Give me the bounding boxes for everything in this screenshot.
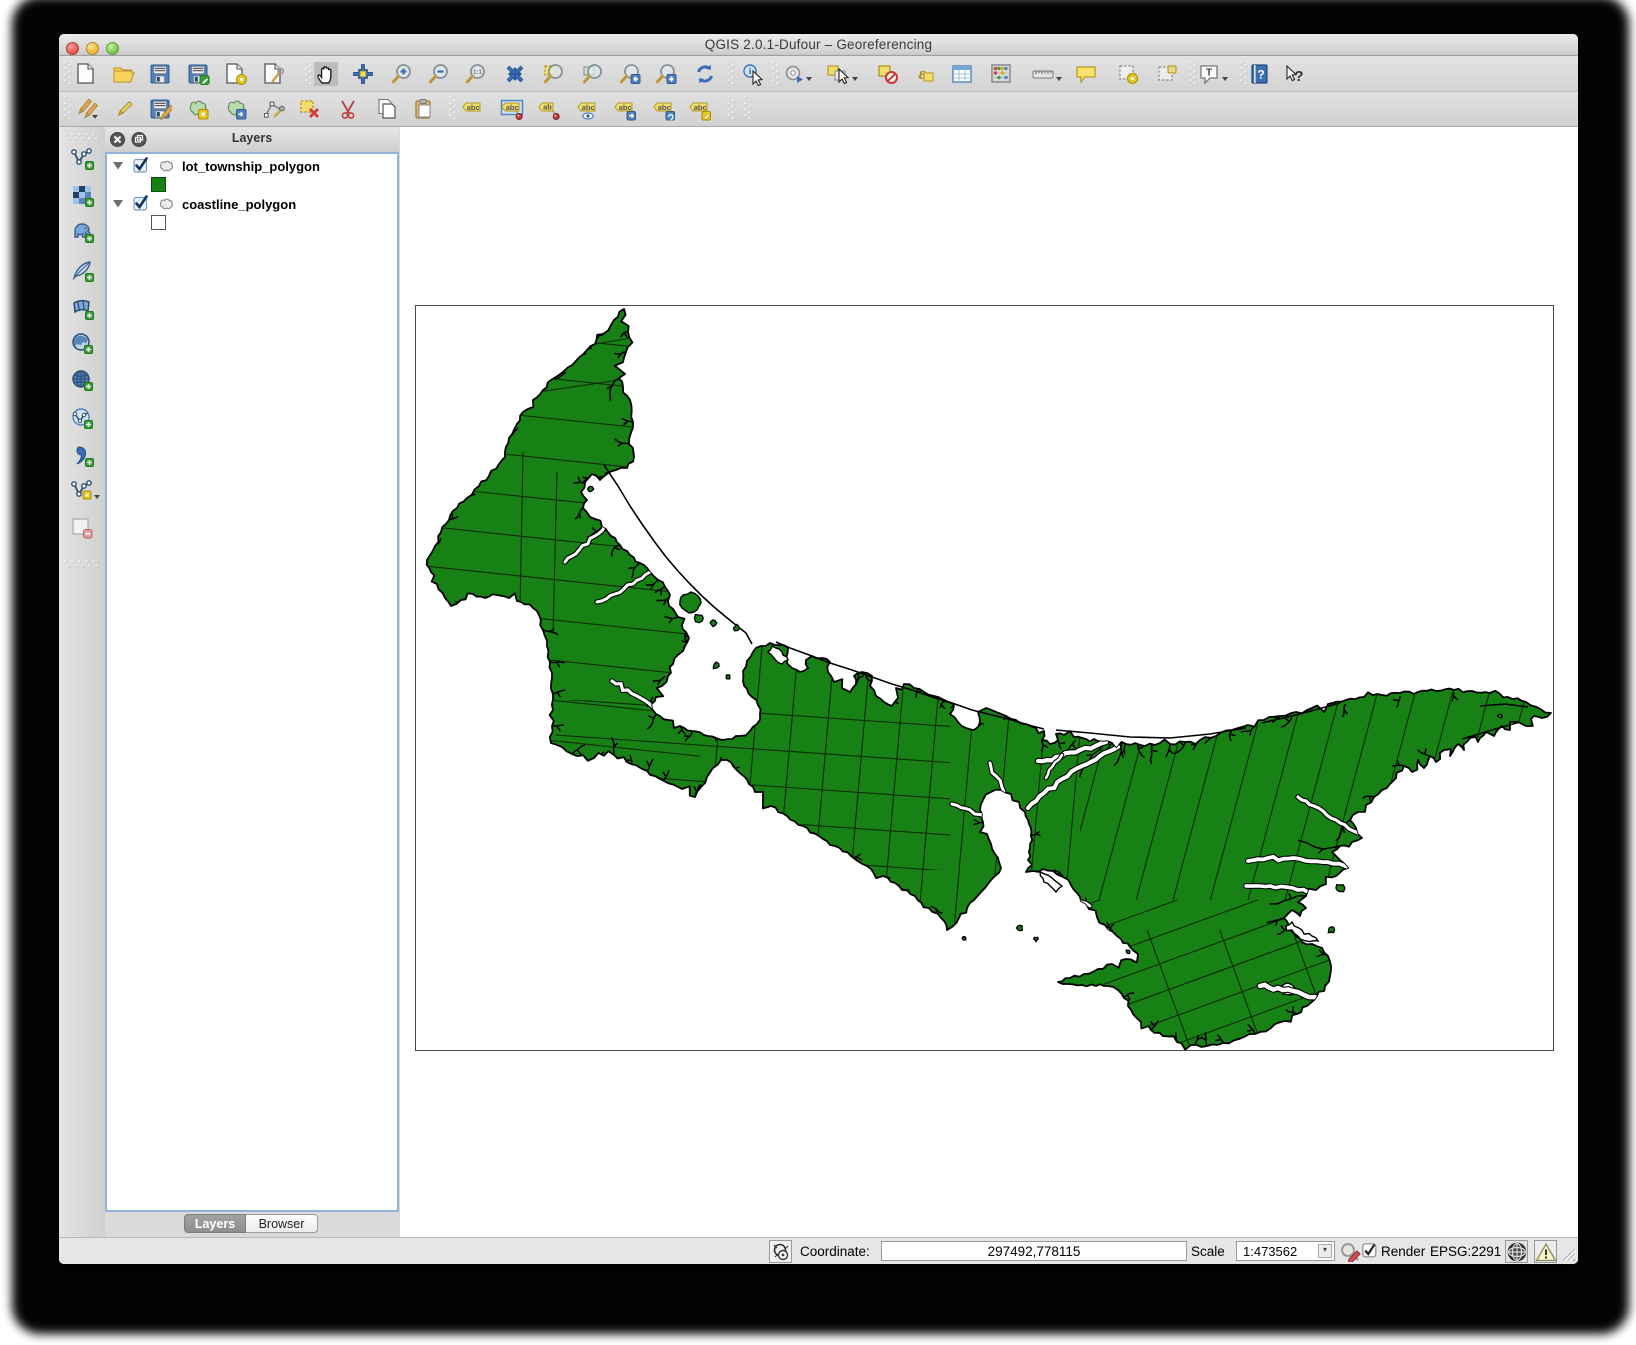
svg-text:abc: abc [619, 103, 632, 112]
svg-text:abc: abc [694, 103, 707, 112]
svg-text:?: ? [1257, 68, 1264, 82]
svg-text:1:1: 1:1 [473, 70, 482, 76]
svg-text:ε: ε [919, 64, 926, 83]
svg-text:T: T [1206, 68, 1212, 79]
svg-text:abc: abc [506, 103, 519, 112]
svg-text:abc: abc [658, 103, 671, 112]
svg-text:?: ? [1294, 68, 1303, 85]
svg-text:ab: ab [543, 103, 552, 112]
svg-text:abc: abc [467, 103, 480, 112]
svg-text:abc: abc [582, 103, 595, 112]
